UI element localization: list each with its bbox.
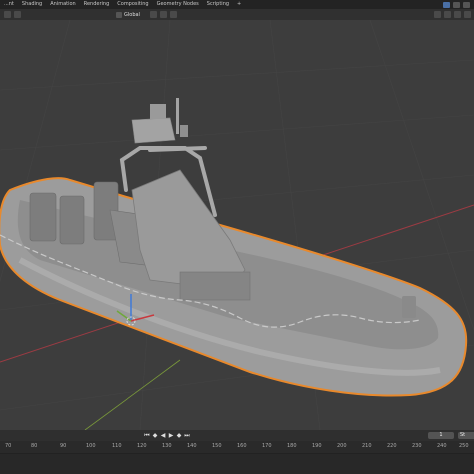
viewport-canvas[interactable]	[0, 20, 474, 430]
workspace-tabs-bar: ...nt Shading Animation Rendering Compos…	[0, 0, 474, 9]
orientation-icon	[116, 11, 122, 18]
tick-label: 150	[212, 443, 222, 449]
scene-icon[interactable]	[443, 1, 450, 8]
tick-label: 170	[262, 443, 272, 449]
shading-options-icon[interactable]	[464, 11, 471, 18]
tick-label: 230	[412, 443, 422, 449]
playback-controls: ⏮ ◆ ◀ ▶ ◆ ⏭	[144, 432, 190, 439]
jump-end-icon[interactable]: ⏭	[184, 432, 190, 439]
tick-label: 220	[387, 443, 397, 449]
proportional-edit-icon[interactable]	[170, 11, 177, 18]
transform-orientation-dropdown[interactable]: Global	[116, 11, 140, 18]
pivot-icon[interactable]	[150, 11, 157, 18]
current-frame-field[interactable]: 1	[428, 432, 454, 439]
tick-label: 140	[187, 443, 197, 449]
tab-layout[interactable]: ...nt	[0, 0, 18, 9]
start-frame-field[interactable]: St	[458, 432, 474, 439]
viewport-shading-solid-icon[interactable]	[434, 11, 441, 18]
tab-animation[interactable]: Animation	[46, 0, 80, 9]
mode-icon[interactable]	[14, 11, 21, 18]
play-reverse-icon[interactable]: ◀	[160, 432, 166, 439]
tick-label: 190	[312, 443, 322, 449]
snap-icon[interactable]	[160, 11, 167, 18]
editor-type-icon[interactable]	[4, 11, 11, 18]
3d-viewport[interactable]	[0, 20, 474, 430]
tick-label: 250	[459, 443, 469, 449]
tab-scripting[interactable]: Scripting	[203, 0, 233, 9]
play-icon[interactable]: ▶	[168, 432, 174, 439]
timeline-ruler[interactable]: 70 80 90 100 110 120 130 140 150 160 170…	[0, 441, 474, 454]
timeline-header: ⏮ ◆ ◀ ▶ ◆ ⏭ 1 St	[0, 430, 474, 441]
tick-label: 70	[5, 443, 12, 449]
prev-keyframe-icon[interactable]: ◆	[152, 432, 158, 439]
tick-label: 180	[287, 443, 297, 449]
tab-geometry-nodes[interactable]: Geometry Nodes	[153, 0, 203, 9]
tab-compositing[interactable]: Compositing	[113, 0, 152, 9]
tick-label: 110	[112, 443, 122, 449]
tick-label: 90	[60, 443, 67, 449]
jump-start-icon[interactable]: ⏮	[144, 432, 150, 439]
tick-label: 80	[31, 443, 38, 449]
radar-mast	[131, 98, 188, 144]
filter-icon[interactable]	[463, 1, 470, 8]
next-keyframe-icon[interactable]: ◆	[176, 432, 182, 439]
tab-rendering[interactable]: Rendering	[80, 0, 114, 9]
orientation-label: Global	[124, 11, 140, 18]
add-workspace-button[interactable]: +	[233, 0, 245, 9]
boat-mesh[interactable]	[0, 98, 468, 397]
timeline-track-area[interactable]	[0, 454, 474, 474]
tick-label: 160	[237, 443, 247, 449]
tick-label: 120	[137, 443, 147, 449]
bow-locker	[179, 271, 251, 301]
tick-label: 100	[86, 443, 96, 449]
bow-cleat	[402, 296, 416, 318]
timeline-editor: ⏮ ◆ ◀ ▶ ◆ ⏭ 1 St 70 80 90 100 110 120 13…	[0, 430, 474, 474]
tick-label: 240	[437, 443, 447, 449]
viewport-shading-rendered-icon[interactable]	[454, 11, 461, 18]
tick-label: 200	[337, 443, 347, 449]
tab-shading[interactable]: Shading	[18, 0, 46, 9]
y-axis-line	[84, 359, 181, 430]
tick-label: 130	[162, 443, 172, 449]
view-layer-icon[interactable]	[453, 1, 460, 8]
tick-label: 210	[362, 443, 372, 449]
viewport-shading-material-icon[interactable]	[444, 11, 451, 18]
